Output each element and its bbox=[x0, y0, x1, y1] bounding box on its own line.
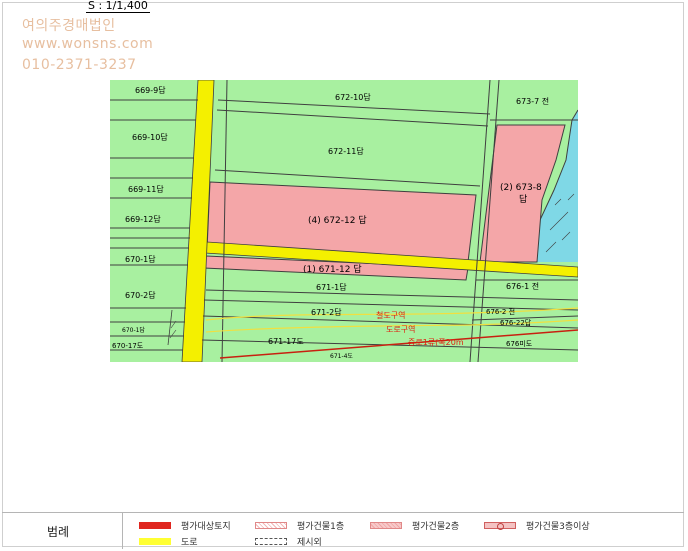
label-670-2: 670-2답 bbox=[125, 290, 156, 300]
legend: 범례 평가대상토지 평가건물1층 평가건물2층 평가건물3층이상 도로 제시외 bbox=[2, 512, 684, 549]
swatch-yellow bbox=[139, 538, 171, 545]
scale-label: S : 1/1,400 bbox=[86, 0, 150, 13]
legend-item-target-land: 평가대상토지 bbox=[139, 519, 231, 532]
label-669-12: 669-12답 bbox=[125, 214, 161, 224]
legend-item-excluded: 제시외 bbox=[255, 535, 322, 548]
label-669-11: 669-11답 bbox=[128, 184, 164, 194]
swatch-hatch-1f bbox=[255, 522, 287, 529]
label-672-10: 672-10답 bbox=[335, 92, 371, 102]
swatch-red bbox=[139, 522, 171, 529]
swatch-circle-3f bbox=[484, 522, 516, 530]
label-road-zone: 도로구역 bbox=[386, 324, 415, 334]
legend-label: 도로 bbox=[181, 538, 198, 548]
label-676-mark: 676미도 bbox=[506, 339, 533, 348]
label-670-1b: 670-1답 bbox=[122, 327, 145, 334]
label-road-line: 중로1류(폭20m bbox=[408, 338, 464, 347]
label-672-11: 672-11답 bbox=[328, 146, 364, 156]
label-671-4: 671-4도 bbox=[330, 353, 353, 360]
label-670-1: 670-1답 bbox=[125, 254, 156, 264]
legend-title: 범례 bbox=[47, 525, 70, 539]
label-671-12: (1) 671-12 답 bbox=[303, 263, 362, 275]
legend-item-building-2f: 평가건물2층 bbox=[370, 519, 459, 532]
watermark-phone: 010-2371-3237 bbox=[22, 57, 137, 73]
label-671-17: 671-17도 bbox=[268, 337, 304, 346]
label-671-2: 671-2답 bbox=[311, 307, 342, 317]
legend-divider bbox=[122, 513, 123, 549]
legend-label: 평가대상토지 bbox=[181, 522, 231, 532]
label-676-22: 676-22답 bbox=[500, 318, 532, 327]
label-670-17: 670-17도 bbox=[112, 342, 144, 350]
label-671-1: 671-1답 bbox=[316, 282, 347, 292]
label-672-12: (4) 672-12 답 bbox=[308, 214, 367, 226]
label-669-9: 669-9답 bbox=[135, 85, 166, 95]
label-673-7: 673-7 전 bbox=[516, 96, 549, 106]
legend-item-building-1f: 평가건물1층 bbox=[255, 519, 344, 532]
legend-item-road: 도로 bbox=[139, 535, 198, 548]
legend-label: 평가건물2층 bbox=[412, 522, 460, 532]
label-676-2: 676-2 전 bbox=[486, 307, 515, 316]
label-676-1: 676-1 전 bbox=[506, 281, 539, 291]
swatch-hatch-2f bbox=[370, 522, 402, 529]
legend-label: 평가건물3층이상 bbox=[526, 522, 590, 532]
label-669-10: 669-10답 bbox=[132, 132, 168, 142]
legend-label: 평가건물1층 bbox=[297, 522, 345, 532]
legend-label: 제시외 bbox=[297, 538, 322, 548]
legend-item-building-3f: 평가건물3층이상 bbox=[484, 519, 590, 532]
label-rail-zone: 철도구역 bbox=[376, 310, 405, 320]
label-673-8: (2) 673-8 bbox=[500, 183, 542, 193]
watermark-company: 여의주경매법인 bbox=[22, 18, 116, 34]
cadastral-map: 669-9답 672-10답 673-7 전 669-10답 672-11답 6… bbox=[110, 80, 578, 362]
watermark-website: www.wonsns.com bbox=[22, 36, 154, 52]
label-673-8-sub: 답 bbox=[519, 193, 527, 205]
swatch-dashed bbox=[255, 538, 287, 545]
